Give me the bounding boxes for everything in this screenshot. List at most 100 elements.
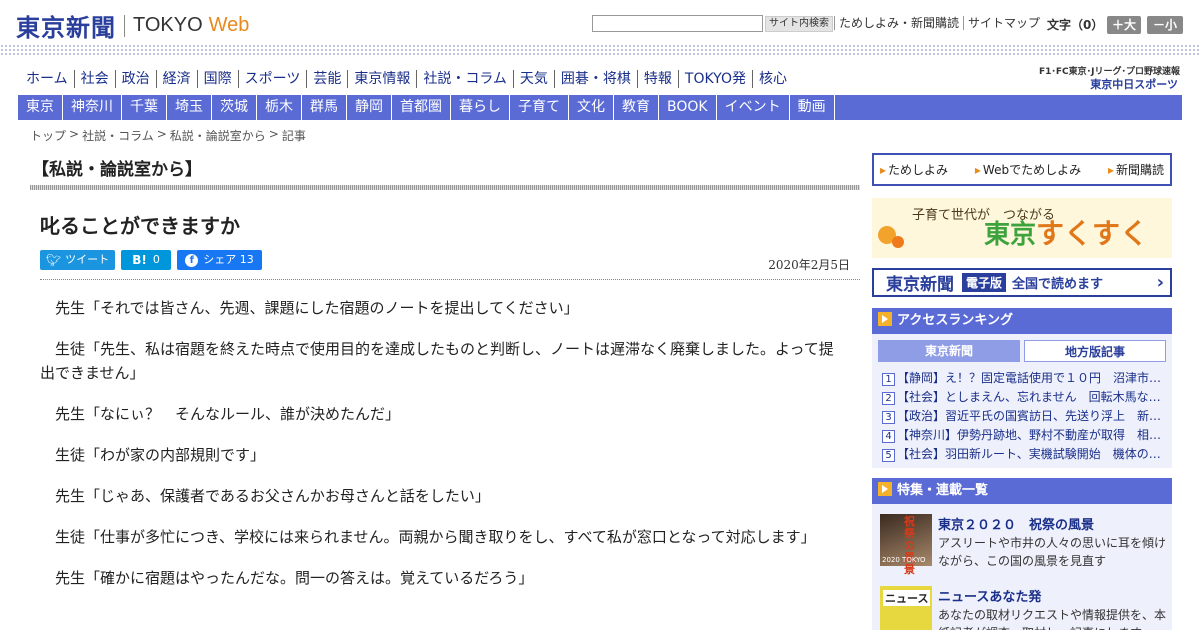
nav-item[interactable]: 東京情報 [347, 70, 416, 88]
article-paragraph: 先生「じゃあ、保護者であるお父さんかお母さんと話をしたい」 [55, 487, 490, 505]
region-item[interactable]: 子育て [510, 95, 569, 120]
region-item[interactable]: 東京 [18, 95, 63, 120]
feature-thumbnail: 祝祭の風景 2020 TOKYO [880, 514, 932, 576]
region-item[interactable]: 千葉 [122, 95, 167, 120]
digital-edition-banner[interactable]: 東京新聞 電子版 全国で読めます › [872, 268, 1172, 297]
region-item[interactable]: 群馬 [302, 95, 347, 120]
nav-item[interactable]: 社説・コラム [416, 70, 513, 88]
regional-nav: 東京 神奈川 千葉 埼玉 茨城 栃木 群馬 静岡 首都圏 暮らし 子育て 文化 … [18, 95, 1182, 120]
feature-description: アスリートや市井の人々の思いに耳を傾けながら、この国の風景を見直す [938, 536, 1167, 568]
arrow-box-icon [878, 312, 892, 326]
region-item[interactable]: 首都圏 [392, 95, 451, 120]
trial-link[interactable]: 新聞購読 [1108, 161, 1164, 178]
region-item[interactable]: 暮らし [451, 95, 510, 120]
nav-item[interactable]: 社会 [73, 70, 115, 88]
facebook-share-button[interactable]: f シェア 13 [177, 250, 262, 270]
feature-item[interactable]: 祝祭の風景 2020 TOKYO 東京２０２０ 祝祭の風景 アスリートや市井の人… [880, 514, 1170, 576]
article-paragraph: 先生「なにぃ？ そんなルール、誰が決めたんだ」 [55, 405, 401, 423]
article-title: 叱ることができますか [40, 214, 240, 238]
trial-link[interactable]: ためしよみ [880, 161, 948, 178]
nav-item[interactable]: 天気 [512, 70, 554, 88]
rank-text: 【社会】羽田新ルート、実機試験開始 機体の高さは [897, 447, 1166, 461]
feature-thumbnail: ニュース [880, 586, 932, 630]
breadcrumb-current: 記事 [281, 129, 306, 143]
digital-edition-text: 全国で読めます [1012, 277, 1104, 292]
breadcrumb-home[interactable]: トップ [30, 127, 66, 144]
ranking-tab-tokyo[interactable]: 東京新聞 [878, 340, 1020, 362]
search-input[interactable] [592, 15, 763, 32]
search-button[interactable]: サイト内検索 [765, 16, 833, 32]
facebook-f-icon: f [185, 253, 199, 267]
hatena-b-icon: B! [132, 253, 147, 267]
logo-jp: 東京新聞 [16, 13, 116, 42]
digital-edition-tag: 電子版 [962, 273, 1007, 292]
header-link-sitemap[interactable]: サイトマップ [963, 16, 1044, 30]
thumb-text: 祝祭の風景 [904, 515, 915, 576]
font-bigger-button[interactable]: ＋大 [1107, 16, 1141, 34]
features-panel: 祝祭の風景 2020 TOKYO 東京２０２０ 祝祭の風景 アスリートや市井の人… [872, 504, 1172, 630]
nav-item[interactable]: 経済 [155, 70, 197, 88]
rank-text: 【静岡】え！？固定電話使用で１０円 沼津市の公衆電話 [897, 371, 1166, 385]
nav-item[interactable]: 核心 [751, 70, 793, 88]
rank-text: 【政治】習近平氏の国賓訪日、先送り浮上 新型肺炎 [897, 409, 1166, 423]
site-header: 東京新聞 TOKYO Web サイト内検索 ためしよみ・新聞購読 サイトマップ … [0, 0, 1200, 44]
breadcrumb: トップ > 社説・コラム > 私説・論説室から > 記事 [30, 127, 306, 144]
feature-title[interactable]: ニュースあなた発 [938, 586, 1041, 605]
article-divider [40, 279, 860, 280]
logo-divider [124, 14, 125, 37]
ranking-item[interactable]: 4 【神奈川】伊勢丹跡地、野村不動産が取得 相模原 [882, 426, 1166, 445]
region-item[interactable]: BOOK [659, 95, 717, 120]
nav-item[interactable]: 芸能 [306, 70, 347, 88]
sukusuku-brand-tokyo: 東京 [984, 220, 1037, 250]
nav-item[interactable]: ホーム [20, 70, 74, 88]
region-item[interactable]: 栃木 [257, 95, 302, 120]
rank-number: 3 [882, 411, 895, 424]
thumb-text: ニュース [883, 590, 931, 606]
nav-item[interactable]: スポーツ [237, 70, 307, 88]
font-smaller-button[interactable]: －小 [1147, 16, 1183, 34]
nav-item[interactable]: 政治 [114, 70, 156, 88]
breadcrumb-section[interactable]: 私説・論説室から [170, 127, 266, 144]
hatena-count: 0 [152, 253, 160, 266]
thumb-subtext: 2020 TOKYO [882, 556, 926, 564]
rank-number: 1 [882, 373, 895, 386]
breadcrumb-column[interactable]: 社説・コラム [82, 127, 154, 144]
ranking-item[interactable]: 1【静岡】え！？固定電話使用で１０円 沼津市の公衆電話 [882, 369, 1166, 388]
ranking-item[interactable]: 3 【政治】習近平氏の国賓訪日、先送り浮上 新型肺炎 [882, 407, 1166, 426]
header-link-subscribe[interactable]: ためしよみ・新聞購読 [834, 16, 963, 30]
article-paragraph: 生徒「仕事が多忙につき、学校には来られません。両親から聞き取りをし、すべて私が窓… [55, 528, 816, 546]
main-nav: ホーム 社会 政治 経済 国際 スポーツ 芸能 東京情報 社説・コラム 天気 囲… [20, 70, 793, 88]
nav-item[interactable]: TOKYO発 [677, 70, 752, 88]
breadcrumb-separator: > [156, 127, 167, 141]
region-item[interactable]: 静岡 [347, 95, 392, 120]
chunichi-sports-logo[interactable]: 東京中日スポーツ [1050, 76, 1178, 92]
rank-text: 【社会】としまえん、忘れません 回転木馬など思い出 [897, 390, 1166, 404]
feature-item[interactable]: ニュース ニュースあなた発 あなたの取材リクエストや情報提供を、本紙記者が調査・… [880, 586, 1170, 630]
digital-edition-logo: 東京新聞 [886, 275, 954, 295]
nav-item[interactable]: 囲碁・将棋 [553, 70, 637, 88]
tweet-button[interactable]: 🐦︎ ツイート [40, 250, 115, 270]
feature-title[interactable]: 東京２０２０ 祝祭の風景 [938, 514, 1094, 533]
nav-item[interactable]: 国際 [196, 70, 238, 88]
article-body: 先生「それでは皆さん、先週、課題にした宿題のノートを提出してください」 生徒「先… [40, 296, 848, 607]
region-item[interactable]: イベント [717, 95, 790, 120]
sukusuku-banner[interactable]: 子育て世代が つながる 東京すくすく [872, 198, 1172, 258]
feature-description: あなたの取材リクエストや情報提供を、本紙記者が調査・取材し、記事にします [938, 608, 1167, 630]
ranking-item[interactable]: 2【社会】としまえん、忘れません 回転木馬など思い出 [882, 388, 1166, 407]
region-item[interactable]: 神奈川 [63, 95, 122, 120]
ranking-item[interactable]: 5 【社会】羽田新ルート、実機試験開始 機体の高さは [882, 445, 1166, 464]
article-paragraph: 先生「確かに宿題はやったんだな。問一の答えは。覚えているだろう」 [55, 569, 534, 587]
site-logo[interactable]: 東京新聞 TOKYO Web [16, 8, 249, 43]
trial-links-box: ためしよみ Webでためしよみ 新聞購読 [872, 153, 1172, 186]
trial-link[interactable]: Webでためしよみ [975, 161, 1081, 178]
region-item[interactable]: 動画 [790, 95, 835, 120]
region-item[interactable]: 埼玉 [167, 95, 212, 120]
region-item[interactable]: 文化 [569, 95, 614, 120]
rank-number: 5 [882, 449, 895, 462]
region-item[interactable]: 茨城 [212, 95, 257, 120]
ranking-tab-regional[interactable]: 地方版記事 [1024, 340, 1166, 362]
region-item[interactable]: 教育 [614, 95, 659, 120]
nav-item[interactable]: 特報 [636, 70, 678, 88]
article-paragraph: 生徒「わが家の内部規則です」 [55, 446, 266, 464]
hatena-bookmark-button[interactable]: B! 0 [121, 250, 171, 270]
